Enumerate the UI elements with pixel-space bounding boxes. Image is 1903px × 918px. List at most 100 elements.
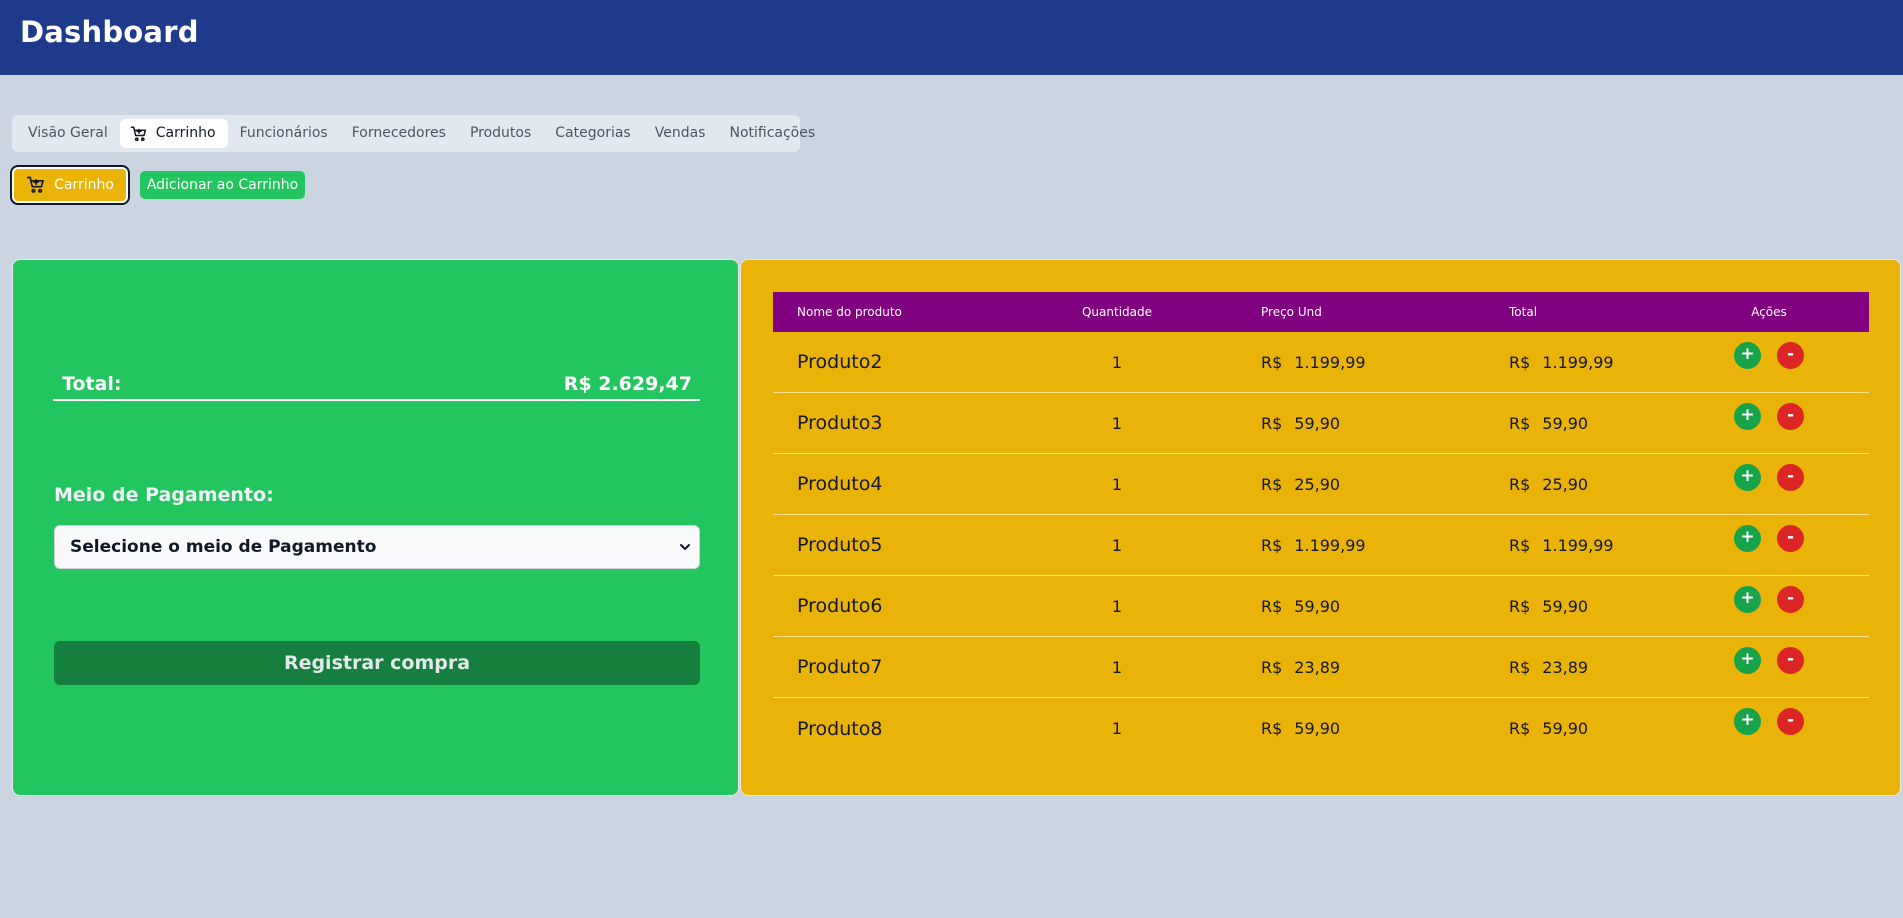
- product-unit-price: R$ 59,90: [1205, 719, 1445, 738]
- tab-bar: Visão Geral Carrinho Funcionários Fornec…: [12, 115, 815, 152]
- plus-icon: +: [1740, 710, 1755, 730]
- tab-funcionarios[interactable]: Funcionários: [228, 119, 340, 148]
- product-name: Produto2: [797, 351, 883, 373]
- increase-quantity-button[interactable]: +: [1734, 585, 1761, 613]
- plus-icon: +: [1740, 465, 1755, 486]
- currency-symbol: R$: [1261, 719, 1283, 738]
- tab-visao-geral[interactable]: Visão Geral: [16, 119, 120, 148]
- column-header-name: Nome do produto: [797, 305, 902, 319]
- column-header-quantity: Quantidade: [1081, 305, 1153, 319]
- decrease-quantity-button[interactable]: -: [1777, 463, 1804, 491]
- column-header-unit-price: Preço Und: [1261, 305, 1322, 319]
- table-row: Produto7 1 R$ 23,89 R$ 23,89 + -: [773, 637, 1869, 698]
- product-quantity: 1: [1111, 413, 1123, 433]
- decrease-quantity-button[interactable]: -: [1777, 524, 1804, 552]
- currency-symbol: R$: [1509, 352, 1531, 372]
- total-value: 1.199,99: [1542, 352, 1614, 372]
- tab-produtos[interactable]: Produtos: [458, 119, 543, 148]
- payment-method-label: Meio de Pagamento:: [54, 484, 274, 506]
- unit-price-value: 1.199,99: [1294, 352, 1366, 372]
- product-unit-price: R$ 1.199,99: [1205, 536, 1445, 555]
- payment-method-value: Selecione o meio de Pagamento: [70, 537, 377, 557]
- product-quantity: 1: [1111, 596, 1123, 616]
- tab-carrinho[interactable]: Carrinho: [119, 119, 228, 148]
- increase-quantity-button[interactable]: +: [1734, 463, 1761, 491]
- decrease-quantity-button[interactable]: -: [1777, 585, 1804, 613]
- tab-label: Vendas: [654, 125, 706, 141]
- row-actions: + -: [1669, 585, 1869, 613]
- unit-price-value: 1.199,99: [1294, 535, 1366, 555]
- total-value: 59,90: [1542, 413, 1589, 433]
- cart-button[interactable]: Carrinho: [10, 165, 130, 205]
- product-total: R$ 1.199,99: [1445, 536, 1669, 555]
- product-name: Produto8: [797, 717, 883, 740]
- tab-label: Fornecedores: [351, 125, 446, 141]
- decrease-quantity-button[interactable]: -: [1777, 708, 1804, 735]
- tab-label: Funcionários: [239, 125, 328, 141]
- product-unit-price: R$ 23,89: [1205, 658, 1445, 677]
- row-actions: + -: [1669, 646, 1869, 674]
- row-actions: + -: [1669, 463, 1869, 491]
- decrease-quantity-button[interactable]: -: [1777, 341, 1804, 369]
- currency-symbol: R$: [1509, 596, 1531, 616]
- tab-notificacoes[interactable]: Notificações: [717, 119, 827, 148]
- tab-label: Produtos: [469, 125, 532, 141]
- product-unit-price: R$ 1.199,99: [1205, 353, 1445, 372]
- product-total: R$ 1.199,99: [1445, 353, 1669, 372]
- increase-quantity-button[interactable]: +: [1734, 524, 1761, 552]
- product-quantity: 1: [1111, 352, 1123, 372]
- tab-vendas[interactable]: Vendas: [643, 119, 718, 148]
- unit-price-value: 25,90: [1294, 474, 1341, 494]
- product-total: R$ 59,90: [1445, 719, 1669, 738]
- payment-method-select[interactable]: Selecione o meio de Pagamento: [54, 525, 700, 569]
- product-name: Produto3: [797, 412, 883, 434]
- plus-icon: +: [1740, 526, 1755, 547]
- decrease-quantity-button[interactable]: -: [1777, 646, 1804, 674]
- plus-icon: +: [1740, 648, 1755, 669]
- minus-icon: -: [1786, 526, 1795, 547]
- product-quantity: 1: [1111, 657, 1123, 677]
- currency-symbol: R$: [1509, 413, 1531, 433]
- minus-icon: -: [1786, 587, 1795, 608]
- table-header: Nome do produto Quantidade Preço Und Tot…: [773, 292, 1869, 332]
- increase-quantity-button[interactable]: +: [1734, 708, 1761, 735]
- plus-icon: +: [1740, 587, 1755, 608]
- increase-quantity-button[interactable]: +: [1734, 402, 1761, 430]
- tab-fornecedores[interactable]: Fornecedores: [340, 119, 458, 148]
- currency-symbol: R$: [1261, 352, 1283, 372]
- row-actions: + -: [1669, 402, 1869, 430]
- currency-symbol: R$: [1261, 474, 1283, 494]
- total-value: 59,90: [1542, 596, 1589, 616]
- minus-icon: -: [1786, 404, 1795, 425]
- minus-icon: -: [1786, 343, 1795, 364]
- table-row: Produto6 1 R$ 59,90 R$ 59,90 + -: [773, 576, 1869, 637]
- row-actions: + -: [1669, 708, 1869, 735]
- minus-icon: -: [1786, 710, 1795, 730]
- tab-categorias[interactable]: Categorias: [543, 119, 642, 148]
- currency-symbol: R$: [1261, 535, 1283, 555]
- increase-quantity-button[interactable]: +: [1734, 341, 1761, 369]
- unit-price-value: 59,90: [1294, 596, 1341, 616]
- cart-button-label: Carrinho: [54, 177, 114, 193]
- total-value: 59,90: [1542, 719, 1589, 738]
- product-unit-price: R$ 25,90: [1205, 475, 1445, 494]
- total-label: Total:: [62, 373, 122, 395]
- table-row: Produto2 1 R$ 1.199,99 R$ 1.199,99 + -: [773, 332, 1869, 393]
- decrease-quantity-button[interactable]: -: [1777, 402, 1804, 430]
- product-name: Produto5: [797, 534, 883, 556]
- total-value: 23,89: [1542, 657, 1589, 677]
- chevron-down-icon: [680, 544, 690, 550]
- column-header-total: Total: [1509, 305, 1538, 319]
- app-header: Dashboard: [0, 0, 1903, 75]
- table-row: Produto8 1 R$ 59,90 R$ 59,90 + -: [773, 698, 1869, 759]
- add-to-cart-button[interactable]: Adicionar ao Carrinho: [140, 171, 305, 199]
- row-actions: + -: [1669, 341, 1869, 369]
- tab-label: Notificações: [729, 125, 816, 141]
- table-row: Produto3 1 R$ 59,90 R$ 59,90 + -: [773, 393, 1869, 454]
- total-value: 25,90: [1542, 474, 1589, 494]
- cart-table: Nome do produto Quantidade Preço Und Tot…: [773, 292, 1869, 759]
- product-total: R$ 59,90: [1445, 597, 1669, 616]
- unit-price-value: 59,90: [1294, 413, 1341, 433]
- increase-quantity-button[interactable]: +: [1734, 646, 1761, 674]
- register-purchase-button[interactable]: Registrar compra: [54, 641, 700, 685]
